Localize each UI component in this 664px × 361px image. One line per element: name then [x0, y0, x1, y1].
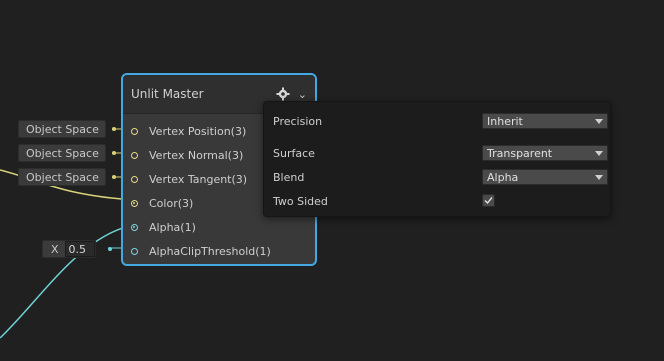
input-port-icon[interactable] — [131, 175, 138, 183]
stub-port-dot — [112, 151, 116, 155]
surface-value: Transparent — [487, 146, 553, 160]
input-port-icon[interactable] — [131, 127, 138, 135]
blend-label: Blend — [273, 170, 305, 184]
precision-dropdown[interactable]: Inherit — [482, 113, 608, 129]
node-settings-popup: Precision Inherit Surface Transparent Bl… — [263, 101, 611, 217]
checkmark-icon — [484, 197, 493, 205]
port-label: Vertex Normal(3) — [149, 148, 244, 162]
port-alpha-clip-threshold[interactable]: AlphaClipThreshold(1) — [123, 239, 315, 263]
vertex-tangent-input[interactable]: Object Space — [18, 168, 118, 186]
stub-port-dot — [112, 175, 116, 179]
surface-row: Surface Transparent — [273, 144, 608, 162]
stub-port-dot — [112, 127, 116, 131]
two-sided-label: Two Sided — [273, 194, 328, 208]
surface-label: Surface — [273, 146, 315, 160]
input-port-icon[interactable] — [131, 151, 138, 159]
dropdown-arrow-icon — [595, 118, 603, 124]
x-label: X — [51, 242, 59, 256]
node-title: Unlit Master — [131, 87, 204, 101]
space-dropdown[interactable]: Object Space — [18, 120, 106, 138]
port-alpha[interactable]: Alpha(1) — [123, 215, 315, 239]
precision-value: Inherit — [487, 114, 523, 128]
vector1-field[interactable]: X 0.5 — [42, 240, 96, 258]
input-port-icon[interactable] — [131, 223, 138, 231]
input-port-icon[interactable] — [131, 247, 138, 255]
gear-icon[interactable] — [276, 87, 290, 101]
surface-dropdown[interactable]: Transparent — [482, 145, 608, 161]
blend-dropdown[interactable]: Alpha — [482, 169, 608, 185]
dropdown-arrow-icon — [595, 150, 603, 156]
precision-label: Precision — [273, 114, 323, 128]
blend-row: Blend Alpha — [273, 168, 608, 186]
port-label: Alpha(1) — [149, 220, 196, 234]
alpha-clip-input[interactable]: X 0.5 — [42, 240, 112, 258]
port-label: Vertex Tangent(3) — [149, 172, 248, 186]
precision-row: Precision Inherit — [273, 112, 608, 130]
chevron-down-icon[interactable]: ⌄ — [298, 88, 307, 101]
port-label: Color(3) — [149, 196, 194, 210]
blend-value: Alpha — [487, 170, 519, 184]
space-dropdown[interactable]: Object Space — [18, 144, 106, 162]
vertex-position-input[interactable]: Object Space — [18, 120, 118, 138]
dropdown-arrow-icon — [595, 174, 603, 180]
space-dropdown[interactable]: Object Space — [18, 168, 106, 186]
alpha-clip-value-field[interactable]: 0.5 — [64, 241, 95, 257]
input-port-icon[interactable] — [131, 199, 138, 207]
two-sided-row: Two Sided — [273, 192, 601, 210]
stub-port-dot — [107, 247, 112, 251]
vertex-normal-input[interactable]: Object Space — [18, 144, 118, 162]
port-label: Vertex Position(3) — [149, 124, 247, 138]
two-sided-checkbox[interactable] — [482, 194, 495, 207]
port-label: AlphaClipThreshold(1) — [149, 244, 271, 258]
